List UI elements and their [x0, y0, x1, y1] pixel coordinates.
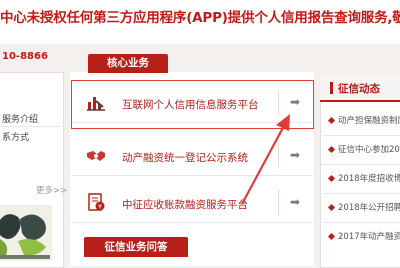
divider: [0, 126, 62, 127]
header-accent-bar: [330, 82, 333, 94]
news-item[interactable]: 2017年动产融资: [338, 230, 400, 242]
notice-text: 中心未授权任何第三方应用程序(APP)提供个人信用报告查询服务,敬请广大: [0, 10, 400, 24]
contact-link[interactable]: 系方式: [2, 130, 29, 143]
news-item[interactable]: 2018年度招收博: [338, 172, 400, 184]
hotline-number: 10-8866: [2, 51, 48, 62]
core-business-tab[interactable]: 核心业务: [88, 54, 168, 73]
partner-logo-image: [0, 205, 52, 261]
svg-text:¥: ¥: [98, 204, 102, 211]
divider: [322, 135, 400, 136]
divider: [322, 193, 400, 194]
handshake-icon: [87, 151, 105, 161]
credit-news-title: 征信动态: [338, 83, 380, 95]
service-intro-link[interactable]: 服务介绍: [2, 112, 38, 125]
divider: [322, 222, 400, 223]
core-item-label: 动产融资统一登记公示系统: [122, 152, 248, 164]
news-item[interactable]: 征信中心参加20: [338, 143, 400, 155]
document-money-icon: ¥: [88, 193, 105, 211]
more-link[interactable]: 更多>>: [36, 184, 67, 196]
annotation-arrow-icon: [241, 114, 290, 205]
core-item-label: 中征应收账款融资服务平台: [122, 199, 248, 211]
divider: [322, 164, 400, 165]
credit-faq-tab[interactable]: 征信业务问答: [84, 237, 188, 257]
news-item[interactable]: 2018年公开招聘: [338, 201, 400, 213]
news-item[interactable]: 动产担保融资制度: [338, 114, 400, 126]
